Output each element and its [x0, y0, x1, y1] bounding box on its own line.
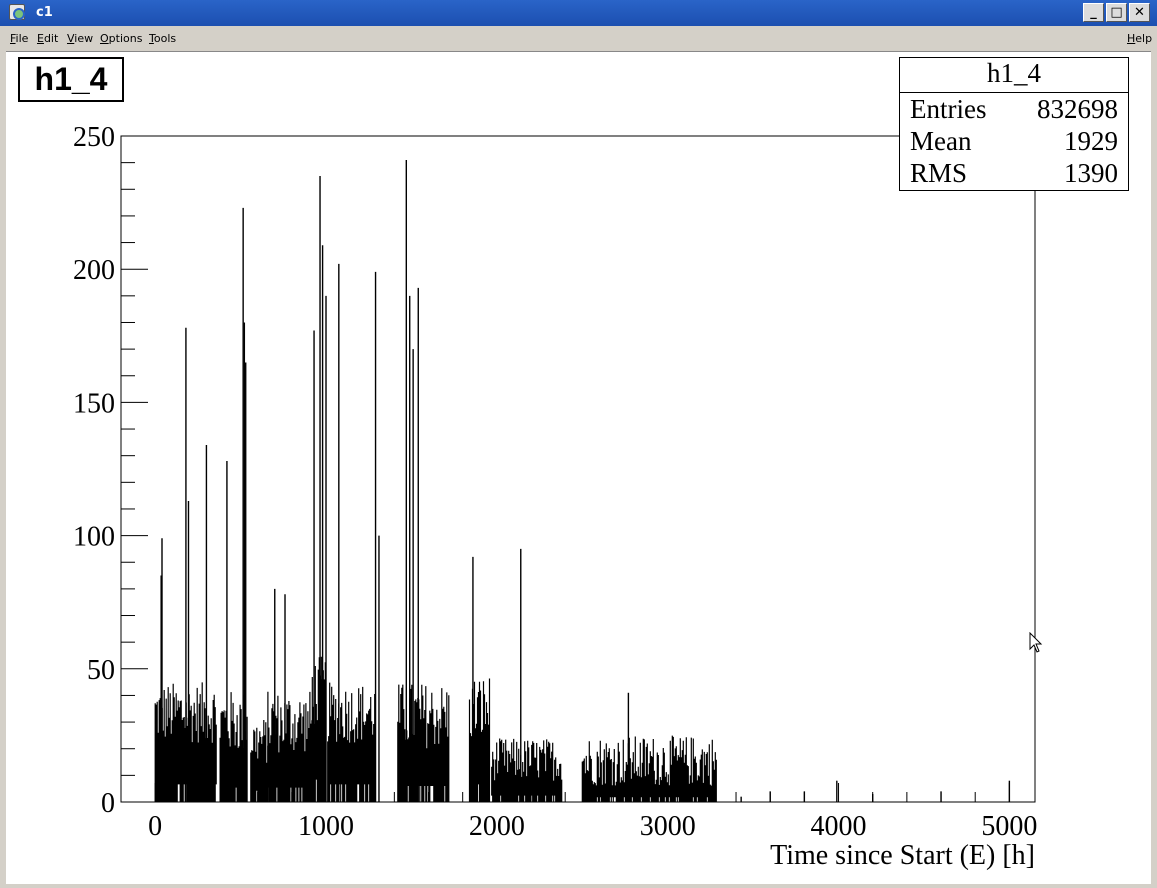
x-tick-label: 0	[148, 811, 162, 842]
y-tick-label: 150	[73, 388, 115, 419]
close-button[interactable]: ✕	[1129, 3, 1150, 22]
y-tick-label: 250	[73, 122, 115, 153]
stats-box[interactable]: h1_4 Entries 832698 Mean 1929 RMS 1390	[899, 57, 1129, 191]
x-tick-label: 5000	[981, 811, 1037, 842]
y-tick-label: 200	[73, 255, 115, 286]
menu-edit[interactable]: Edit	[37, 32, 58, 45]
minimize-button[interactable]: _	[1083, 3, 1104, 22]
x-axis-title: Time since Start (E) [h]	[770, 840, 1035, 871]
x-tick-label: 4000	[811, 811, 867, 842]
histogram-segment-9	[581, 735, 717, 802]
histogram-segment-2	[250, 720, 269, 802]
window-titlebar: c1 _ □ ✕	[0, 0, 1157, 26]
y-tick-label: 50	[87, 655, 115, 686]
stats-label: Entries	[910, 94, 987, 124]
histogram-title: h1_4	[18, 57, 124, 102]
menu-bar: File Edit View Options Tools Help	[6, 28, 1152, 50]
menu-tools[interactable]: Tools	[149, 32, 176, 45]
stats-row-rms: RMS 1390	[910, 158, 1118, 190]
histogram-segment-6	[397, 684, 450, 802]
stats-value: 832698	[1037, 94, 1118, 124]
stats-label: Mean	[910, 126, 972, 156]
stats-row-entries: Entries 832698	[910, 94, 1118, 126]
menu-options[interactable]: Options	[100, 32, 142, 45]
stats-label: RMS	[910, 158, 968, 188]
root-canvas[interactable]: 0 50 100 150 200 250 0 1000 2000 3000 4000 5000 Time…	[6, 51, 1151, 884]
plot-frame	[120, 135, 1036, 803]
stats-value: 1929	[1064, 126, 1118, 156]
stats-value: 1390	[1064, 158, 1118, 188]
root-app-icon[interactable]	[9, 4, 25, 20]
x-tick-label: 3000	[640, 811, 696, 842]
menu-view[interactable]: View	[67, 32, 93, 45]
y-tick-label: 100	[73, 522, 115, 553]
stats-divider	[900, 92, 1128, 93]
x-tick-label: 2000	[469, 811, 525, 842]
mouse-cursor-icon	[1029, 632, 1043, 653]
histogram-segment-8	[491, 738, 563, 802]
menu-file[interactable]: File	[10, 32, 28, 45]
stats-title: h1_4	[987, 58, 1041, 88]
stats-row-mean: Mean 1929	[910, 126, 1118, 158]
y-tick-label: 0	[101, 788, 115, 819]
menu-help[interactable]: Help	[1127, 32, 1152, 45]
histogram-segment-5	[327, 682, 376, 802]
window-title: c1	[36, 5, 53, 20]
x-tick-label: 1000	[298, 811, 354, 842]
maximize-button[interactable]: □	[1106, 3, 1127, 22]
